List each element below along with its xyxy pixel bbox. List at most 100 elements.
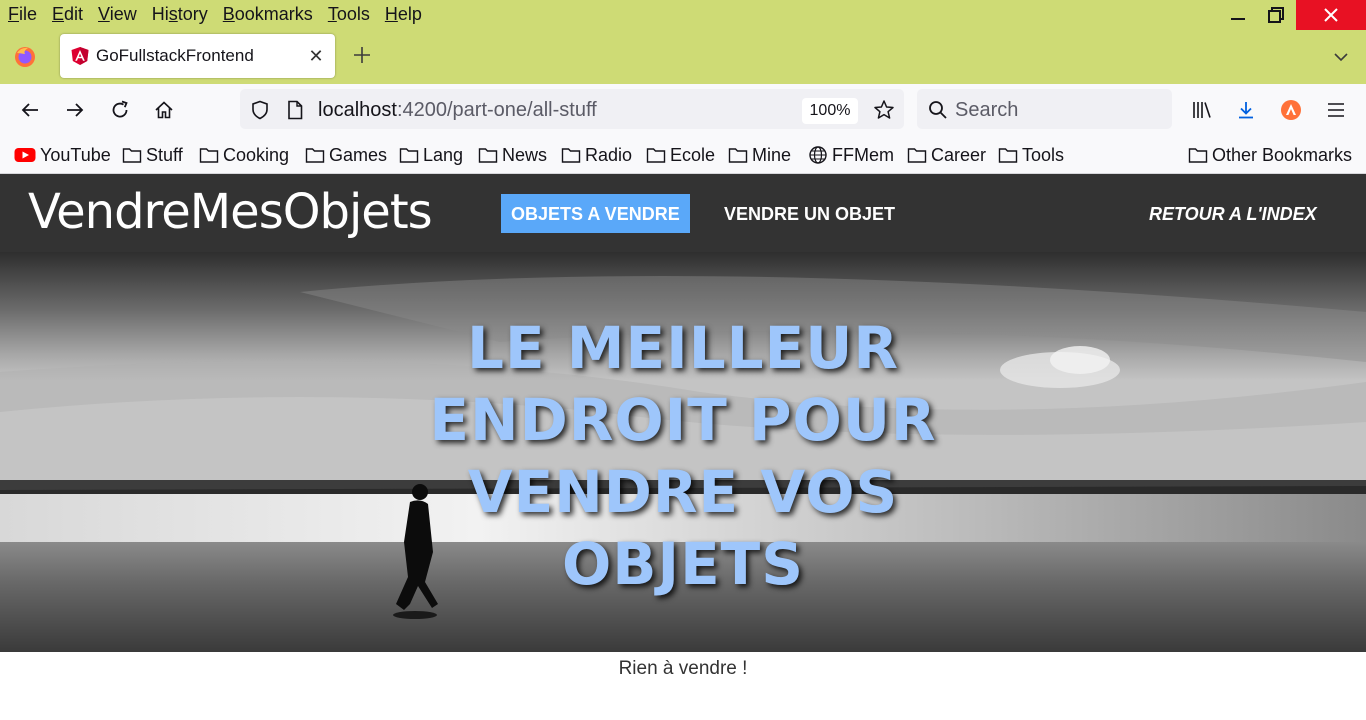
folder-icon — [998, 148, 1018, 163]
bookmarks-toolbar: YouTube Stuff Cooking Games Lang News Ra… — [0, 136, 1366, 174]
restore-icon — [1268, 7, 1284, 23]
bookmark-youtube[interactable]: YouTube — [14, 144, 111, 166]
bookmark-label: Stuff — [146, 144, 183, 165]
bookmark-folder-stuff[interactable]: Stuff — [122, 144, 183, 166]
restore-button[interactable] — [1256, 0, 1296, 30]
chevron-down-icon — [1334, 53, 1348, 62]
bookmark-folder-ecole[interactable]: Ecole — [646, 144, 715, 166]
tab-title: GoFullstackFrontend — [96, 46, 254, 65]
bookmark-label: Other Bookmarks — [1212, 144, 1353, 165]
bookmark-star-icon[interactable] — [873, 99, 895, 121]
hero-banner: LE MEILLEUR ENDROIT POUR VENDRE VOS OBJE… — [0, 252, 1366, 652]
bookmark-folder-tools[interactable]: Tools — [998, 144, 1064, 166]
new-tab-button[interactable] — [349, 42, 375, 68]
nav-vendre-un-objet[interactable]: VENDRE UN OBJET — [714, 194, 905, 233]
globe-icon — [809, 146, 827, 164]
url-bar[interactable]: localhost:4200/part-one/all-stuff 100% — [240, 89, 904, 129]
folder-icon — [728, 148, 748, 163]
menu-bookmarks[interactable]: Bookmarks — [223, 3, 313, 25]
list-all-tabs-button[interactable] — [1328, 44, 1354, 70]
reload-icon — [112, 100, 128, 118]
firefox-icon — [15, 47, 35, 67]
bookmark-label: Ecole — [670, 144, 716, 165]
downloads-button[interactable] — [1230, 94, 1262, 126]
search-icon — [927, 99, 949, 121]
nav-objets-a-vendre[interactable]: OBJETS A VENDRE — [501, 194, 690, 233]
folder-icon — [399, 148, 419, 163]
site-brand[interactable]: VendreMesObjets — [28, 184, 433, 240]
folder-icon — [646, 148, 666, 163]
navigation-toolbar: localhost:4200/part-one/all-stuff 100% S… — [0, 84, 1366, 136]
menu-edit[interactable]: Edit — [52, 3, 83, 25]
page-info-icon[interactable] — [284, 99, 306, 121]
reload-button[interactable] — [104, 94, 136, 126]
tab-close-button[interactable]: ✕ — [306, 45, 326, 67]
bookmark-folder-cooking[interactable]: Cooking — [199, 144, 289, 166]
home-button[interactable] — [148, 94, 180, 126]
bookmark-label: Career — [931, 144, 987, 165]
arrow-left-icon — [21, 103, 38, 117]
hero-title: LE MEILLEUR ENDROIT POUR VENDRE VOS OBJE… — [429, 314, 937, 598]
tab-gofullstack[interactable]: GoFullstackFrontend ✕ — [60, 34, 335, 78]
bookmark-label: Radio — [585, 144, 633, 165]
bookmark-label: Lang — [423, 144, 464, 165]
tracking-protection-icon[interactable] — [249, 99, 271, 121]
arrow-right-icon — [67, 103, 84, 117]
bookmark-label: Cooking — [223, 144, 290, 165]
home-icon — [155, 101, 173, 119]
minimize-button[interactable] — [1218, 0, 1258, 30]
library-icon — [1193, 102, 1211, 118]
angular-icon — [71, 47, 89, 65]
bookmark-folder-games[interactable]: Games — [305, 144, 387, 166]
bookmark-folder-news[interactable]: News — [478, 144, 547, 166]
folder-icon — [478, 148, 498, 163]
url-host: localhost — [318, 99, 397, 121]
zoom-reset-button[interactable]: 100% — [802, 98, 858, 124]
youtube-icon — [14, 148, 36, 162]
site-header: VendreMesObjets OBJETS A VENDRE VENDRE U… — [0, 174, 1366, 252]
folder-icon — [1188, 148, 1208, 163]
url-path: :4200/part-one/all-stuff — [396, 99, 597, 121]
account-button[interactable] — [1275, 94, 1307, 126]
library-button[interactable] — [1186, 94, 1218, 126]
folder-icon — [305, 148, 325, 163]
bookmark-label: Games — [329, 144, 388, 165]
bookmark-folder-radio[interactable]: Radio — [561, 144, 632, 166]
bookmark-label: YouTube — [40, 144, 111, 165]
firefox-view-button[interactable] — [12, 44, 38, 70]
app-menu-button[interactable] — [1320, 94, 1352, 126]
search-input[interactable]: Search — [955, 98, 1018, 122]
bookmark-label: Tools — [1022, 144, 1065, 165]
bookmark-label: News — [502, 144, 548, 165]
bookmark-folder-mine[interactable]: Mine — [728, 144, 791, 166]
download-icon — [1239, 102, 1253, 119]
bookmark-folder-other[interactable]: Other Bookmarks — [1188, 144, 1352, 166]
back-button[interactable] — [14, 94, 46, 126]
bookmark-label: FFMem — [832, 144, 894, 165]
bookmark-folder-career[interactable]: Career — [907, 144, 986, 166]
menu-items: File Edit View History Bookmarks Tools H… — [8, 3, 437, 25]
bookmark-ffmem[interactable]: FFMem — [808, 144, 894, 166]
hamburger-menu-icon — [1328, 103, 1344, 117]
menu-file[interactable]: File — [8, 3, 37, 25]
menu-history[interactable]: History — [152, 3, 208, 25]
menu-tools[interactable]: Tools — [328, 3, 370, 25]
menu-bar: File Edit View History Bookmarks Tools H… — [0, 0, 1366, 30]
close-icon — [1324, 8, 1338, 22]
bookmark-label: Mine — [752, 144, 792, 165]
folder-icon — [199, 148, 219, 163]
forward-button[interactable] — [59, 94, 91, 126]
menu-help[interactable]: Help — [385, 3, 422, 25]
account-icon — [1281, 100, 1301, 120]
empty-state-message: Rien à vendre ! — [618, 658, 748, 679]
close-window-button[interactable] — [1296, 0, 1366, 30]
minimize-icon — [1231, 18, 1245, 20]
nav-retour-index[interactable]: RETOUR A L'INDEX — [1139, 194, 1327, 233]
plus-icon — [354, 47, 370, 63]
search-bar[interactable]: Search — [917, 89, 1172, 129]
folder-icon — [561, 148, 581, 163]
tab-bar: GoFullstackFrontend ✕ — [0, 30, 1366, 84]
bookmark-folder-lang[interactable]: Lang — [399, 144, 463, 166]
url-text[interactable]: localhost:4200/part-one/all-stuff — [318, 98, 597, 122]
menu-view[interactable]: View — [98, 3, 137, 25]
